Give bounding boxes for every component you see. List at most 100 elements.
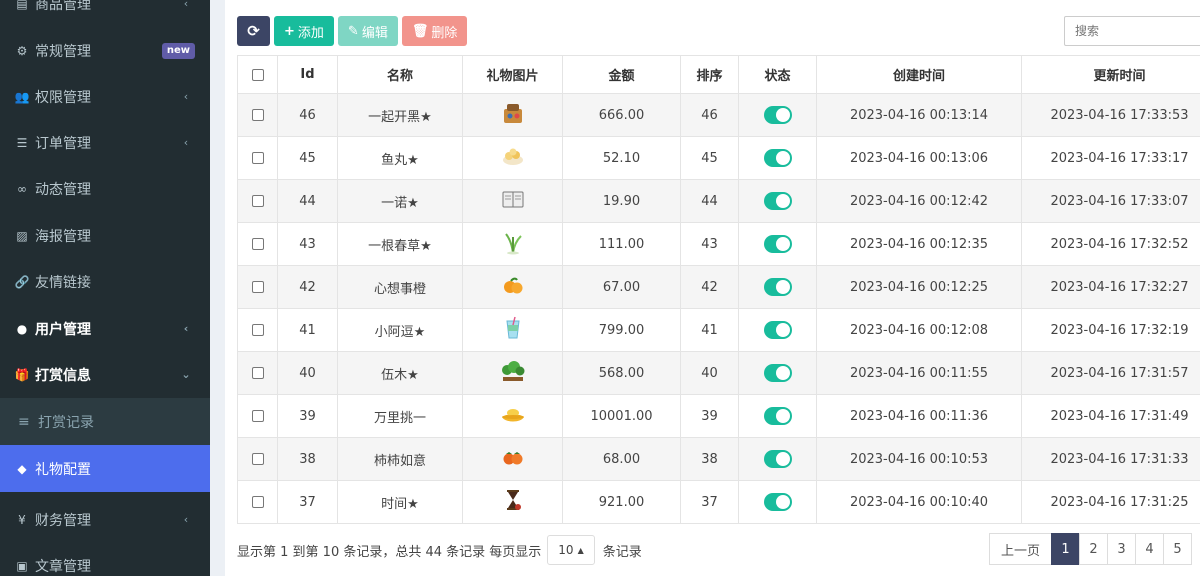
cell-amount: 921.00 [562,480,681,524]
cell-created: 2023-04-16 00:12:25 [816,265,1022,309]
cell-image [462,93,563,137]
cell-id: 45 [277,136,338,180]
row-checkbox[interactable] [251,367,264,379]
sidebar-item-label: 海报管理 [35,228,91,245]
row-select-cell [237,480,278,524]
cell-status [738,394,817,438]
sidebar-item-after-0[interactable]: ¥ 财务管理 ‹ [0,496,210,543]
row-select-cell [237,265,278,309]
status-toggle[interactable] [763,493,792,511]
status-toggle[interactable] [763,278,792,296]
status-toggle[interactable] [763,106,792,124]
article-icon: ▣ [16,558,28,573]
cell-created: 2023-04-16 00:11:36 [816,394,1022,438]
sidebar-item-0[interactable]: ▤ 商品管理 ‹ [0,0,210,27]
status-toggle[interactable] [763,364,792,382]
sidebar-subitem-reward-records[interactable]: ≡ 打赏记录 [0,398,210,445]
table-row[interactable]: 45 鱼丸★ 52.10 45 2023-04-16 00:13:06 2023-04-1… [237,136,1200,180]
row-checkbox[interactable] [251,324,264,336]
row-checkbox[interactable] [251,238,264,250]
prev-page-button[interactable]: 上一页 [989,533,1053,565]
delete-button[interactable]: 🗑 删除 [401,16,468,46]
records-info: 显示第 1 到第 10 条记录，总共 44 条记录 每页显示 [237,544,542,560]
sidebar-item-after-1[interactable]: ▣ 文章管理 [0,542,210,576]
cell-sort: 43 [680,222,739,266]
cell-amount: 52.10 [562,136,681,180]
drink-gift-icon [500,315,526,345]
row-select-cell [237,222,278,266]
table-row[interactable]: 46 一起开黑★ 666.00 46 2023-04-16 00:13:14 2023-0… [237,93,1200,137]
refresh-button[interactable]: ⟳ [237,16,270,46]
row-checkbox[interactable] [251,109,264,121]
add-button[interactable]: + 添加 [274,16,334,46]
caret-up-icon: ▲ [577,545,584,555]
sidebar-item-2[interactable]: 👥 权限管理 ‹ [0,73,210,120]
cell-updated: 2023-04-16 17:31:33 [1021,437,1200,481]
sidebar-item-3[interactable]: ☰ 订单管理 ‹ [0,119,210,166]
table-row[interactable]: 41 小阿逗★ 799.00 41 2023-04-16 00:12:08 2023-04… [237,308,1200,352]
table-row[interactable]: 39 万里挑一 10001.00 39 2023-04-16 00:11:36 2023-… [237,394,1200,438]
status-toggle[interactable] [763,321,792,339]
row-checkbox[interactable] [251,410,264,422]
row-checkbox[interactable] [251,152,264,164]
status-toggle[interactable] [763,235,792,253]
sidebar-item-7[interactable]: ● 用户管理 ‹ [0,305,210,352]
sidebar-item-4[interactable]: ∞ 动态管理 [0,165,210,212]
sidebar-item-8[interactable]: 🎁 打赏信息 ⌄ [0,351,210,398]
status-toggle[interactable] [763,450,792,468]
gift-icon: 🎁 [14,367,30,382]
cell-image [462,480,563,524]
col-image[interactable]: 礼物图片 [462,55,563,94]
page-4-button[interactable]: 4 [1135,533,1165,565]
status-toggle[interactable] [763,407,792,425]
sidebar-item-5[interactable]: ▨ 海报管理 [0,212,210,259]
cell-id: 40 [277,351,338,395]
page-1-button[interactable]: 1 [1051,533,1081,565]
cell-status [738,265,817,309]
cell-sort: 41 [680,308,739,352]
col-sort[interactable]: 排序 [680,55,739,94]
col-updated[interactable]: 更新时间 [1021,55,1200,94]
cell-id: 43 [277,222,338,266]
table-row[interactable]: 37 时间★ 921.00 37 2023-04-16 00:10:40 2023-04-… [237,480,1200,524]
chevron-icon: ‹ [183,322,189,335]
page-5-button[interactable]: 5 [1163,533,1193,565]
col-id[interactable]: Id [277,55,338,94]
cell-amount: 568.00 [562,351,681,395]
col-status[interactable]: 状态 [738,55,817,94]
edit-button[interactable]: ✎ 编辑 [337,16,398,46]
table-row[interactable]: 44 一诺★ 19.90 44 2023-04-16 00:12:42 2023-04-1… [237,179,1200,223]
row-checkbox[interactable] [251,496,264,508]
sidebar-item-1[interactable]: ⚙ 常规管理 new [0,27,210,74]
col-name[interactable]: 名称 [337,55,463,94]
col-amount[interactable]: 金额 [562,55,681,94]
toolbar: ⟳ + 添加 ✎ 编辑 🗑 删除 [237,16,468,46]
row-checkbox[interactable] [251,453,264,465]
cell-updated: 2023-04-16 17:32:27 [1021,265,1200,309]
game-bag-gift-icon [500,100,526,130]
sidebar-item-gift-config[interactable]: ◆ 礼物配置 [0,445,210,492]
cell-sort: 45 [680,136,739,180]
page-size-select[interactable]: 10 ▲ [547,535,595,565]
cell-sort: 42 [680,265,739,309]
status-toggle[interactable] [763,192,792,210]
table-row[interactable]: 38 柿柿如意 68.00 38 2023-04-16 00:10:53 2023-04-… [237,437,1200,481]
table-row[interactable]: 43 一根春草★ 111.00 43 2023-04-16 00:12:35 2023-0… [237,222,1200,266]
status-toggle[interactable] [763,149,792,167]
sidebar-item-6[interactable]: 🔗 友情链接 [0,258,210,305]
table-row[interactable]: 40 伍木★ 568.00 40 2023-04-16 00:11:55 2023-04-… [237,351,1200,395]
search-input[interactable] [1064,16,1200,46]
select-all-checkbox[interactable] [251,68,264,81]
cell-created: 2023-04-16 00:12:08 [816,308,1022,352]
row-checkbox[interactable] [251,281,264,293]
col-created[interactable]: 创建时间 [816,55,1022,94]
page-2-button[interactable]: 2 [1079,533,1109,565]
cell-status [738,179,817,223]
page-3-button[interactable]: 3 [1107,533,1137,565]
glasses-icon: ∞ [17,181,27,196]
table-header: Id 名称 礼物图片 金额 排序 状态 创建时间 更新时间 [237,55,1200,94]
sidebar-item-label: 订单管理 [35,135,91,152]
sidebar-item-label: 动态管理 [35,181,91,198]
row-checkbox[interactable] [251,195,264,207]
table-row[interactable]: 42 心想事橙 67.00 42 2023-04-16 00:12:25 2023-04-… [237,265,1200,309]
